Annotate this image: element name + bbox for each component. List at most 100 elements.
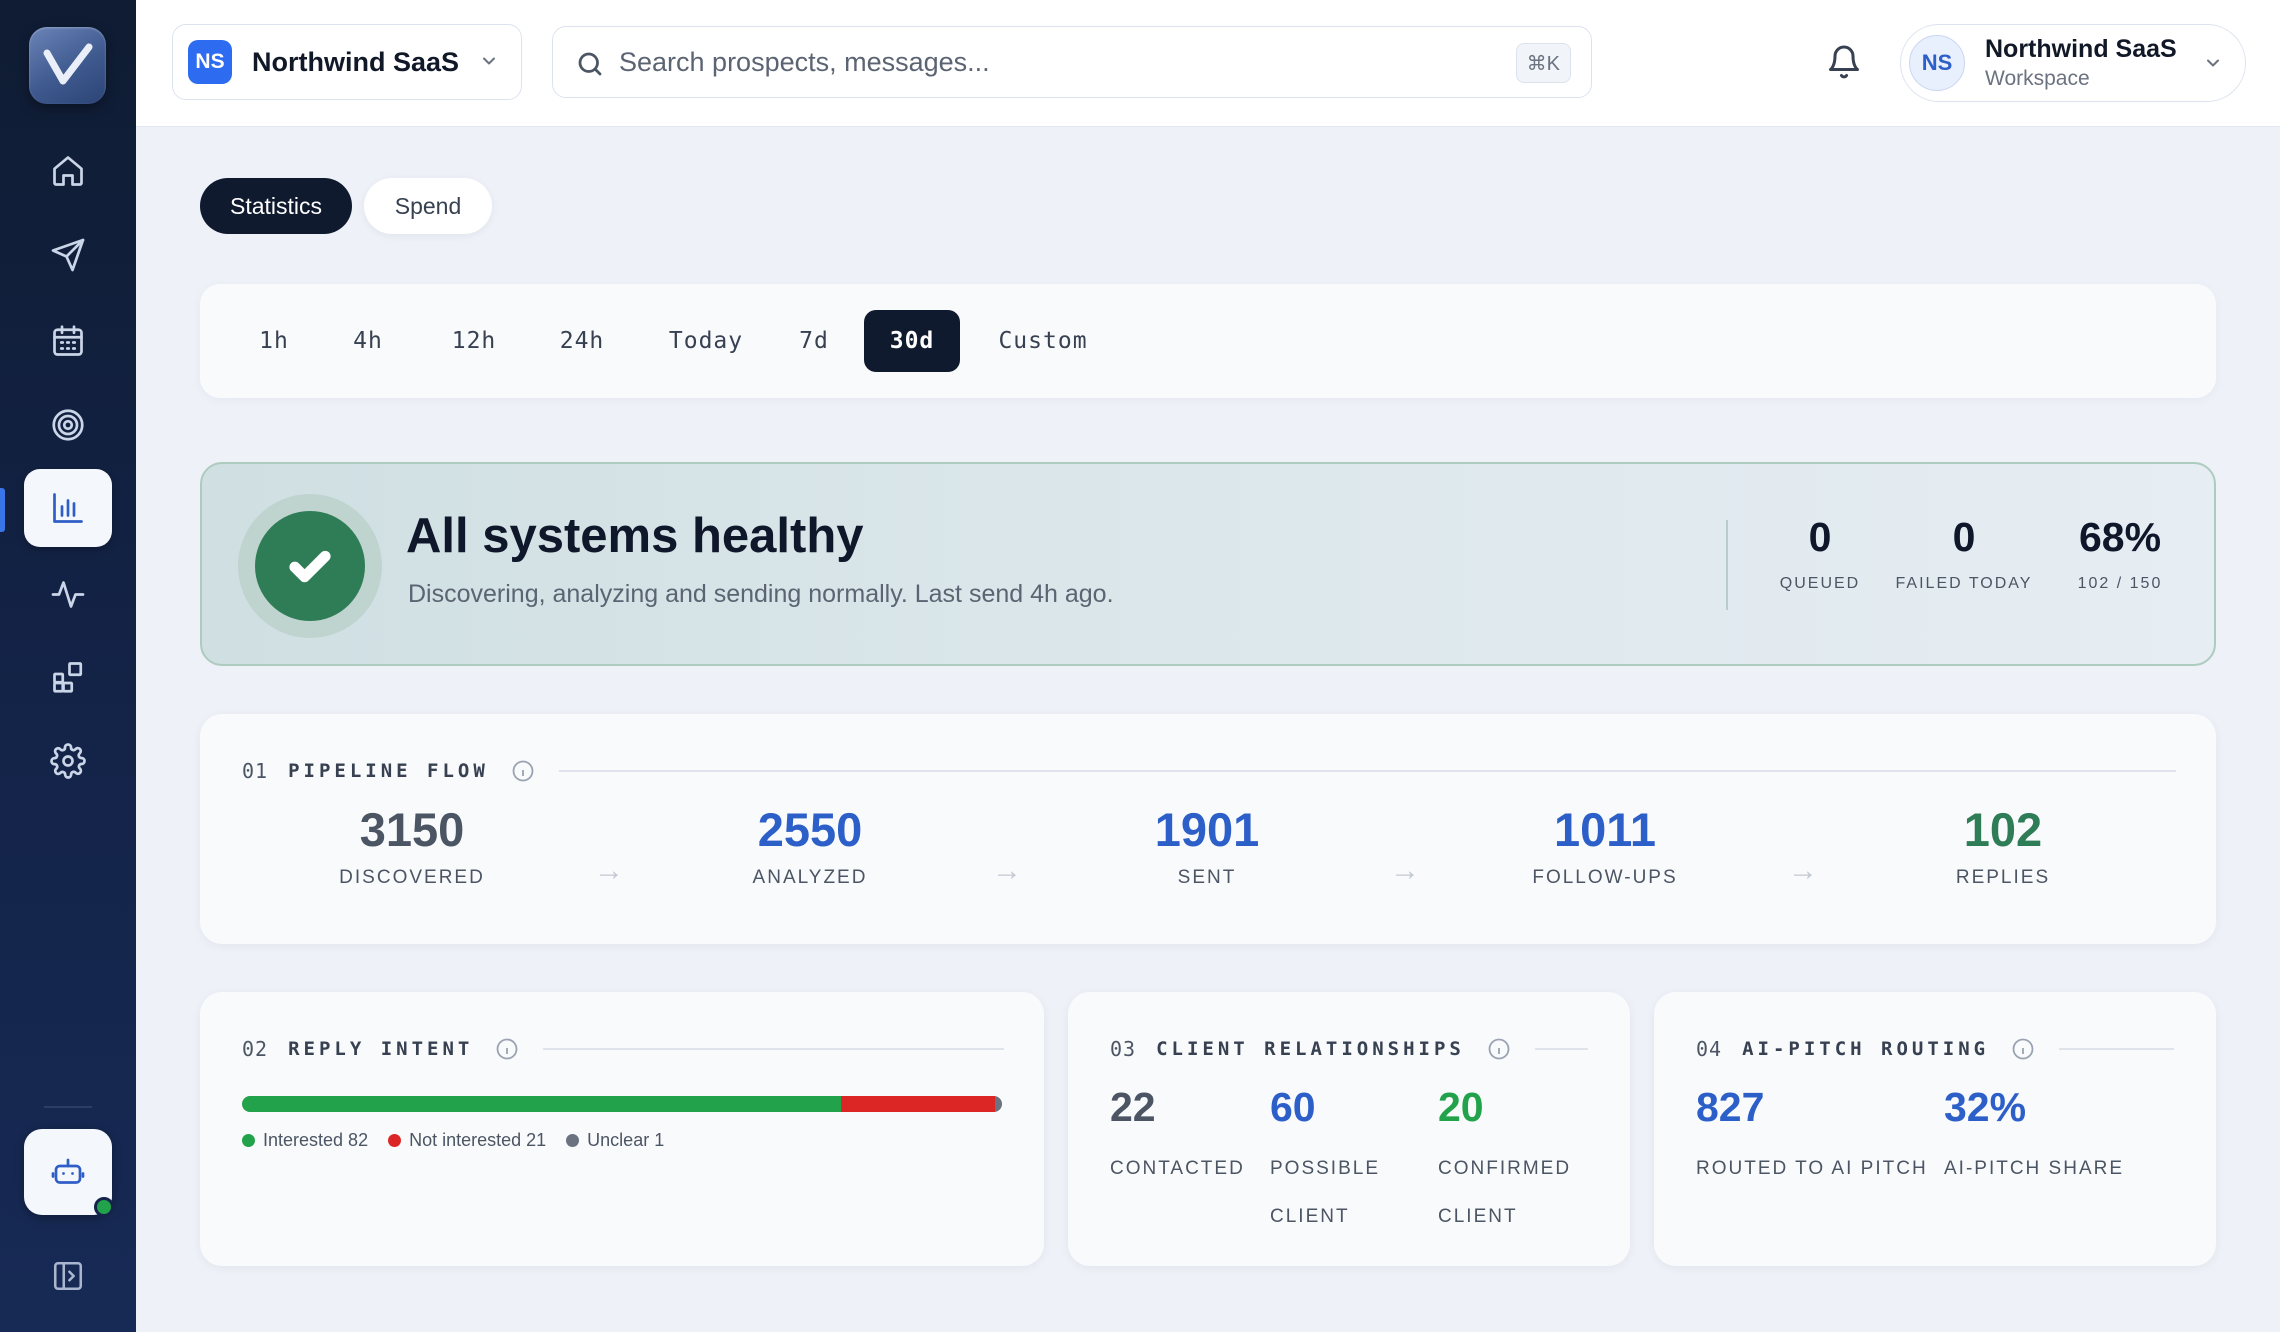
info-icon[interactable] — [495, 1037, 519, 1061]
stat-label: QUEUED — [1779, 575, 1861, 592]
pipeline-step-analyzed: 2550 ANALYZED — [680, 802, 940, 889]
range-option-7d[interactable]: 7d — [784, 310, 844, 372]
app-logo[interactable] — [29, 27, 106, 104]
search-bar: ⌘K — [552, 26, 1592, 98]
sidebar-item-integrations[interactable] — [24, 638, 112, 716]
stat-label: AI-PITCH SHARE — [1944, 1158, 2125, 1179]
sidebar-item-activity[interactable] — [24, 554, 112, 632]
widgets-icon — [53, 662, 83, 693]
system-health-banner: All systems healthy Discovering, analyzi… — [200, 462, 2216, 666]
range-option-4h[interactable]: 4h — [338, 310, 398, 372]
pipeline-step-follow-ups: 1011 FOLLOW-UPS — [1475, 802, 1735, 889]
stat-value: 22 — [1110, 1084, 1156, 1130]
info-icon[interactable] — [1487, 1037, 1511, 1061]
user-role: Workspace — [1985, 67, 2090, 90]
sidebar-item-settings[interactable] — [24, 722, 112, 800]
card-title: PIPELINE FLOW — [288, 760, 489, 782]
sidebar-toggle-icon — [53, 1261, 83, 1291]
intent-segment-unclear — [994, 1096, 1002, 1112]
active-nav-indicator — [0, 488, 5, 532]
sidebar-item-statistics[interactable] — [24, 469, 112, 547]
stat-value: 60 — [1270, 1084, 1316, 1130]
info-icon[interactable] — [2011, 1037, 2035, 1061]
range-option-custom[interactable]: Custom — [982, 310, 1104, 372]
legend-item: Interested 82 — [242, 1130, 368, 1151]
workspace-selector[interactable]: NS Northwind SaaS — [172, 24, 522, 100]
search-input[interactable] — [619, 41, 1499, 83]
user-name: Northwind SaaS — [1985, 35, 2177, 63]
notifications-button[interactable] — [1826, 44, 1862, 80]
legend-label: Interested 82 — [263, 1130, 369, 1150]
stat-label: 102 / 150 — [2077, 575, 2163, 592]
range-option-1h[interactable]: 1h — [244, 310, 304, 372]
health-stat-queued: 0 QUEUED — [1766, 514, 1874, 593]
info-icon[interactable] — [511, 759, 535, 783]
range-option-24h[interactable]: 24h — [542, 310, 622, 372]
health-stat-send-quota: 68% 102 / 150 — [2060, 514, 2180, 593]
bot-online-status-dot — [94, 1197, 114, 1217]
card-number: 03 — [1110, 1037, 1137, 1061]
step-label: REPLIES — [1955, 867, 2051, 888]
step-label: ANALYZED — [752, 867, 868, 888]
send-icon — [51, 238, 85, 272]
header-rule — [558, 770, 2176, 772]
card-number: 02 — [242, 1037, 269, 1061]
reply-intent-card: 02 REPLY INTENT Interested 82 Not interes… — [200, 992, 1044, 1266]
flow-arrow: → — [1788, 854, 1818, 887]
sidebar-item-calendar[interactable] — [24, 302, 112, 380]
step-value: 1901 — [1154, 803, 1260, 856]
sidebar — [0, 0, 136, 1332]
stat-label: CONTACTED — [1110, 1158, 1245, 1179]
stat-confirmed-client: 20 CONFIRMED CLIENT — [1438, 1084, 1571, 1241]
chevron-down-icon — [2207, 59, 2219, 67]
health-divider — [1726, 520, 1728, 610]
range-option-30d[interactable]: 30d — [864, 310, 960, 372]
health-stat-failed-today: 0 FAILED TODAY — [1884, 514, 2044, 593]
range-option-12h[interactable]: 12h — [434, 310, 514, 372]
stat-label: POSSIBLE CLIENT — [1270, 1158, 1380, 1227]
bar-chart-icon — [53, 493, 83, 523]
activity-icon — [51, 581, 85, 608]
flow-arrow: → — [594, 854, 624, 887]
legend-label: Not interested 21 — [409, 1130, 547, 1150]
sidebar-item-campaigns[interactable] — [24, 216, 112, 294]
health-check-badge — [255, 511, 365, 621]
top-bar: NS Northwind SaaS ⌘K NS Northwind SaaS W… — [136, 0, 2280, 127]
chevron-down-icon — [483, 57, 495, 65]
user-menu[interactable]: NS Northwind SaaS Workspace — [1900, 24, 2246, 102]
step-value: 102 — [1963, 803, 2043, 856]
legend-dot — [388, 1134, 402, 1147]
ai-agent-button[interactable] — [24, 1129, 114, 1217]
sidebar-item-targets[interactable] — [24, 386, 112, 464]
sidebar-item-home[interactable] — [24, 132, 112, 210]
pipeline-step-replies: 102 REPLIES — [1873, 802, 2133, 889]
card-number: 01 — [242, 759, 269, 783]
pipeline-step-sent: 1901 SENT — [1077, 802, 1337, 889]
stat-value: 20 — [1438, 1084, 1484, 1130]
stat-value: 68% — [2078, 514, 2162, 560]
collapse-sidebar-button[interactable] — [44, 1252, 92, 1300]
stat-contacted: 22 CONTACTED — [1110, 1084, 1245, 1193]
health-title: All systems healthy — [406, 509, 864, 563]
home-icon — [53, 156, 83, 186]
stat-label: FAILED TODAY — [1895, 575, 2033, 592]
card-title: AI-PITCH ROUTING — [1742, 1038, 1990, 1060]
tab-statistics[interactable]: Statistics — [200, 178, 352, 234]
checkmark-icon — [289, 550, 331, 583]
tab-spend[interactable]: Spend — [364, 178, 492, 234]
step-label: DISCOVERED — [339, 867, 485, 888]
stat-value: 0 — [1808, 514, 1832, 560]
legend-item: Not interested 21 — [388, 1130, 546, 1151]
stat-routed-to-ai-pitch: 827 ROUTED TO AI PITCH — [1696, 1084, 1928, 1193]
step-value: 1011 — [1554, 803, 1656, 856]
range-option-today[interactable]: Today — [654, 310, 758, 372]
step-label: FOLLOW-UPS — [1532, 867, 1678, 888]
stat-value: 0 — [1952, 514, 1976, 560]
header-rule — [1534, 1048, 1588, 1050]
stat-label: ROUTED TO AI PITCH — [1696, 1158, 1928, 1179]
header-rule — [543, 1048, 1004, 1050]
legend-item: Unclear 1 — [566, 1130, 664, 1151]
legend-label: Unclear 1 — [587, 1130, 665, 1150]
client-relationships-card: 03 CLIENT RELATIONSHIPS 22 CONTACTED 60 … — [1068, 992, 1630, 1266]
search-shortcut-hint: ⌘K — [1515, 43, 1571, 83]
